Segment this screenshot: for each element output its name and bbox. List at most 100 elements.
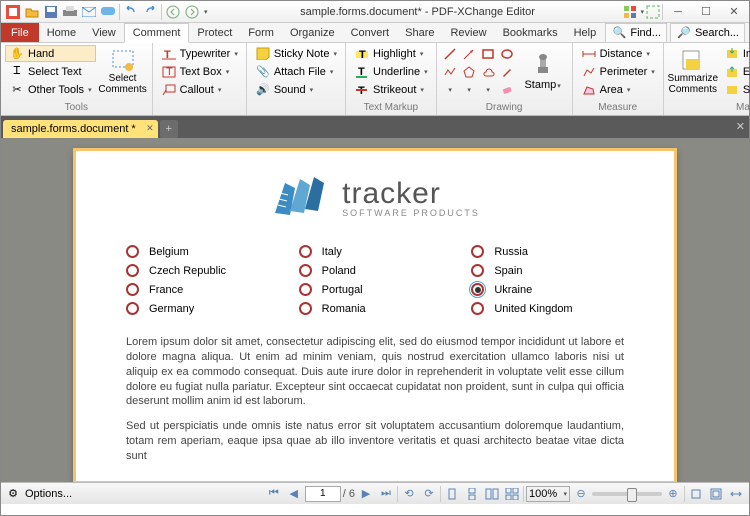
nav-back-icon[interactable] [165, 4, 181, 20]
tabstrip-close-icon[interactable]: ✕ [736, 120, 745, 133]
save-icon[interactable] [43, 4, 59, 20]
zoom-level[interactable]: 100%▾ [526, 486, 570, 502]
tab-form[interactable]: Form [240, 23, 282, 42]
summarize-comments[interactable]: Summarize Comments [668, 45, 718, 99]
highlight-tool[interactable]: THighlight▾ [350, 45, 432, 62]
nav-next-view[interactable]: ⟳ [420, 486, 438, 502]
radio-button[interactable] [126, 245, 139, 258]
tab-convert[interactable]: Convert [343, 23, 398, 42]
scan-icon[interactable] [100, 4, 116, 20]
radio-button[interactable] [299, 264, 312, 277]
nav-prev-view[interactable]: ⟲ [400, 486, 418, 502]
radio-row[interactable]: Czech Republic [126, 264, 279, 277]
tab-file[interactable]: File [1, 23, 39, 42]
tab-help[interactable]: Help [566, 23, 605, 42]
radio-button[interactable] [471, 302, 484, 315]
layout-facing-icon[interactable] [483, 486, 501, 502]
layout-facing-cont-icon[interactable] [503, 486, 521, 502]
find-button[interactable]: 🔍Find... [605, 23, 667, 43]
import-comments[interactable]: Import [720, 45, 750, 62]
layout-single-icon[interactable] [443, 486, 461, 502]
fit-page-icon[interactable] [707, 486, 725, 502]
radio-row[interactable]: Germany [126, 302, 279, 315]
ui-options-icon[interactable] [623, 5, 637, 19]
fit-actual-icon[interactable] [687, 486, 705, 502]
radio-row[interactable]: France [126, 283, 279, 296]
dd1[interactable]: ▾ [442, 81, 459, 98]
qat-dropdown[interactable]: ▾ [204, 8, 208, 16]
radio-button[interactable] [299, 302, 312, 315]
radio-row[interactable]: Russia [471, 245, 624, 258]
distance-tool[interactable]: Distance▾ [577, 45, 659, 62]
radio-button[interactable] [299, 245, 312, 258]
zoom-slider[interactable] [592, 492, 662, 496]
add-tab-button[interactable]: + [160, 120, 178, 138]
layout-continuous-icon[interactable] [463, 486, 481, 502]
radio-button[interactable] [126, 264, 139, 277]
radio-button[interactable] [471, 264, 484, 277]
email-icon[interactable] [81, 4, 97, 20]
underline-tool[interactable]: TUnderline▾ [350, 63, 432, 80]
hand-tool[interactable]: ✋Hand [5, 45, 96, 62]
perimeter-tool[interactable]: Perimeter▾ [577, 63, 659, 80]
radio-button[interactable] [471, 245, 484, 258]
radio-button[interactable] [299, 283, 312, 296]
arrow-icon[interactable] [460, 45, 478, 62]
open-icon[interactable] [24, 4, 40, 20]
eraser-icon[interactable] [498, 81, 516, 98]
print-icon[interactable] [62, 4, 78, 20]
oval-icon[interactable] [498, 45, 516, 62]
tab-review[interactable]: Review [442, 23, 494, 42]
tab-protect[interactable]: Protect [189, 23, 240, 42]
last-page-button[interactable]: ⏭ [377, 486, 395, 502]
radio-row[interactable]: Poland [299, 264, 452, 277]
textbox-tool[interactable]: TText Box▾ [157, 63, 242, 80]
typewriter-tool[interactable]: TTypewriter▾ [157, 45, 242, 62]
radio-row[interactable]: Portugal [299, 283, 452, 296]
select-comments[interactable]: Select Comments [98, 45, 148, 99]
options-gear-icon[interactable]: ⚙ [5, 486, 21, 502]
pencil-icon[interactable] [498, 63, 516, 80]
radio-row[interactable]: Ukraine [471, 283, 624, 296]
tab-close-icon[interactable]: ✕ [146, 123, 154, 134]
attach-file-tool[interactable]: 📎Attach File▾ [251, 63, 341, 80]
tab-home[interactable]: Home [39, 23, 84, 42]
tab-organize[interactable]: Organize [282, 23, 343, 42]
dd3[interactable]: ▾ [480, 81, 497, 98]
nav-forward-icon[interactable] [184, 4, 200, 20]
polygon-icon[interactable] [460, 63, 478, 80]
show-comments[interactable]: Show▾ [720, 81, 750, 98]
tab-comment[interactable]: Comment [124, 23, 190, 43]
zoom-out-button[interactable]: ⊖ [572, 486, 590, 502]
radio-row[interactable]: Romania [299, 302, 452, 315]
fullscreen-icon[interactable] [646, 5, 660, 19]
radio-button[interactable] [126, 302, 139, 315]
tab-view[interactable]: View [84, 23, 124, 42]
other-tools[interactable]: ✂Other Tools▾ [5, 81, 96, 98]
callout-tool[interactable]: Callout▾ [157, 81, 242, 98]
next-page-button[interactable]: ▶ [357, 486, 375, 502]
rect-icon[interactable] [479, 45, 497, 62]
export-comments[interactable]: Export [720, 63, 750, 80]
polyline-icon[interactable] [441, 63, 459, 80]
stamp-tool[interactable]: Stamp▾ [518, 45, 568, 99]
redo-icon[interactable] [142, 4, 158, 20]
dd2[interactable]: ▾ [461, 81, 478, 98]
zoom-in-button[interactable]: ⊕ [664, 486, 682, 502]
document-viewport[interactable]: tracker SOFTWARE PRODUCTS BelgiumItalyRu… [1, 138, 749, 482]
radio-button[interactable] [126, 283, 139, 296]
area-tool[interactable]: Area▾ [577, 81, 659, 98]
first-page-button[interactable]: ⏮ [265, 486, 283, 502]
close-button[interactable]: ✕ [721, 2, 747, 22]
prev-page-button[interactable]: ◀ [285, 486, 303, 502]
minimize-button[interactable]: ─ [665, 2, 691, 22]
cloud-icon[interactable] [479, 63, 497, 80]
fit-width-icon[interactable] [727, 486, 745, 502]
maximize-button[interactable]: ☐ [693, 2, 719, 22]
undo-icon[interactable] [123, 4, 139, 20]
radio-row[interactable]: Spain [471, 264, 624, 277]
select-text-tool[interactable]: ᏆSelect Text [5, 63, 96, 80]
sound-tool[interactable]: 🔊Sound▾ [251, 81, 341, 98]
document-tab[interactable]: sample.forms.document *✕ [3, 120, 158, 138]
shape-tools[interactable]: ▾ ▾ ▾ [441, 45, 516, 98]
